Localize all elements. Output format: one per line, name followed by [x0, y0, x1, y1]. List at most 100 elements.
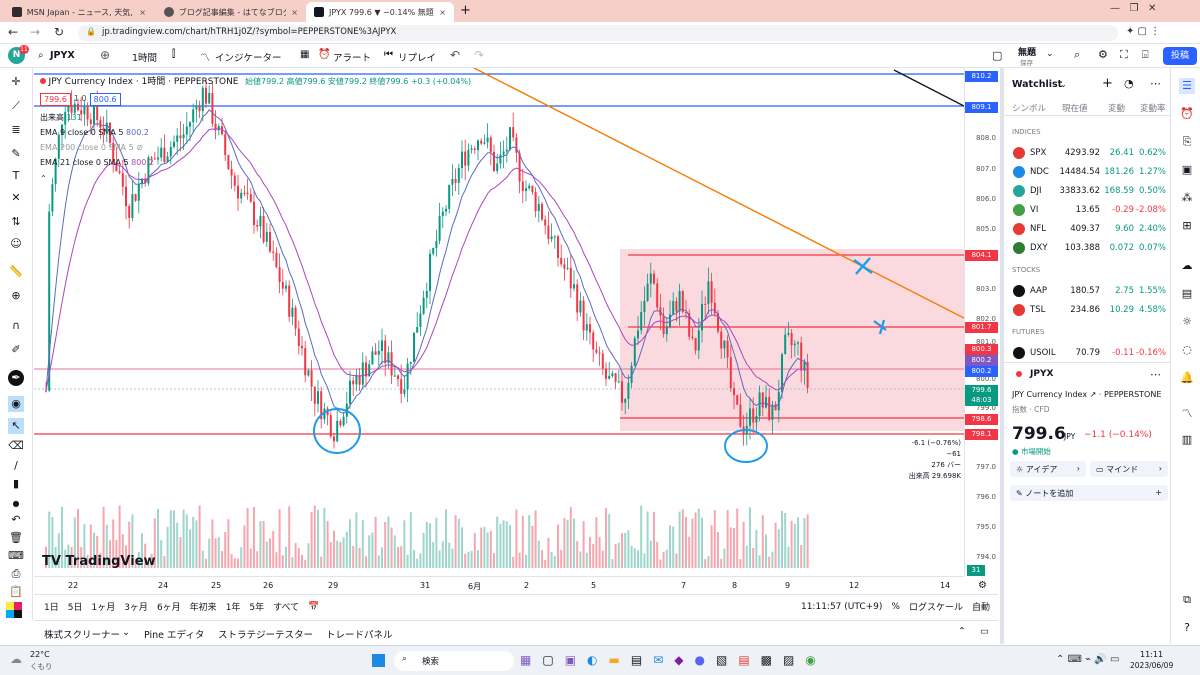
layout-dropdown-icon[interactable]: ⌄ — [1046, 49, 1054, 59]
collapse-legend-icon[interactable]: ⌃ — [40, 174, 47, 183]
browser-tab-msn[interactable]: MSN Japan - ニュース, 天気, メール（H × — [4, 2, 154, 22]
browser-menu-icons[interactable]: ✦ ▢ ⋮ — [1126, 26, 1160, 37]
ema9-legend[interactable]: EMA 9 close 0 SMA 5 800.2 — [40, 128, 149, 137]
screener-dropdown-icon[interactable]: ⌄ — [122, 627, 130, 638]
time-axis[interactable]: 22 24 25 26 29 31 6月 2 5 7 8 9 12 14 — [34, 576, 964, 594]
windows-start-icon[interactable] — [372, 654, 385, 667]
app-icon[interactable]: ▧ — [716, 653, 727, 667]
new-tab-icon[interactable]: + — [460, 3, 471, 18]
price-axis[interactable]: 808.0 807.0 806.0 805.0 803.0 802.0 801.… — [964, 68, 998, 576]
minds-button[interactable]: ▭ マインド › — [1090, 461, 1168, 477]
clock-time[interactable]: 11:11 — [1140, 650, 1163, 659]
ema200-legend[interactable]: EMA 200 close 0 SMA 5 ⊘ — [40, 143, 143, 152]
clock[interactable]: 11:11:57 (UTC+9) — [801, 602, 882, 612]
edge-icon[interactable]: ◐ — [587, 653, 597, 667]
ema21-legend[interactable]: EMA 21 close 0 SMA 5 800.2 — [40, 158, 154, 167]
pencil-icon[interactable]: / — [8, 458, 24, 474]
clock-date[interactable]: 2023/06/09 — [1130, 661, 1173, 670]
browser-tab-tradingview[interactable]: JPYX 799.6 ▼ −0.14% 無題 × — [306, 2, 454, 22]
fullscreen-icon[interactable]: ⛶ — [1120, 48, 1128, 62]
ruler-icon[interactable]: 📏 — [8, 264, 24, 280]
watchlist-row[interactable]: NDC 14484.54 181.26 1.27% — [1004, 163, 1172, 182]
range-1d[interactable]: 1日 — [44, 600, 59, 613]
system-tray-icons[interactable]: ⌃ ⌨ ⌁ 🔊 ▭ — [1056, 654, 1119, 665]
compare-icon[interactable]: ⊕ — [100, 48, 110, 62]
watchlist-section-header[interactable]: INDICES — [1012, 128, 1041, 136]
undo-draw-icon[interactable]: ↶ — [8, 512, 24, 528]
clipboard-icon[interactable]: 📋 — [8, 584, 24, 600]
forward-icon[interactable]: → — [30, 25, 40, 39]
text-icon[interactable]: T — [8, 168, 24, 184]
url-field[interactable]: 🔒 jp.tradingview.com/chart/hTRH1j0Z/?sym… — [78, 25, 1118, 41]
fib-icon[interactable]: ≣ — [8, 122, 24, 138]
gear-icon[interactable]: ⚙ — [1098, 48, 1108, 61]
quick-search-icon[interactable]: ⌕ — [1074, 48, 1080, 62]
range-3m[interactable]: 3ヶ月 — [124, 600, 148, 613]
close-tab-icon[interactable]: × — [139, 8, 146, 17]
tab-trade-panel[interactable]: トレードパネル — [326, 627, 393, 641]
prediction-icon[interactable]: ⇅ — [8, 214, 24, 230]
brush-icon[interactable]: ✎ — [8, 146, 24, 162]
buy-price-box[interactable]: 800.6 — [89, 93, 121, 106]
emoji-icon[interactable]: ☺ — [8, 236, 24, 252]
app-icon[interactable]: ▤ — [738, 653, 749, 667]
watchlist-row[interactable]: AAP 180.57 2.75 1.55% — [1004, 282, 1172, 301]
cursor-icon[interactable]: ↖ — [8, 418, 24, 434]
browser-tab-hatena[interactable]: ブログ記事編集 - はてなブログ × — [156, 2, 306, 22]
window-controls[interactable]: — ❐ ✕ — [1110, 3, 1156, 14]
range-all[interactable]: すべて — [273, 600, 299, 613]
help-icon[interactable]: ? — [1179, 620, 1195, 636]
tradingview-logo[interactable]: 𝗧𝗩 TradingView — [42, 554, 156, 569]
indicators-button[interactable]: インジケーター — [215, 50, 282, 64]
dom-icon[interactable]: ▥ — [1179, 432, 1195, 448]
search-icon[interactable]: ⌕ — [38, 50, 44, 61]
candle-type-icon[interactable]: ⫿ — [172, 49, 175, 60]
col-last[interactable]: 現在値 — [1062, 102, 1088, 114]
watchlist-icon[interactable]: ☰ — [1179, 78, 1195, 94]
percent-toggle[interactable]: % — [891, 602, 900, 612]
app-icon[interactable]: ▩ — [761, 653, 772, 667]
goto-date-icon[interactable]: 📅 — [308, 602, 319, 612]
undo-icon[interactable]: ↶ — [450, 48, 460, 62]
chat-icon[interactable]: ☁ — [1179, 258, 1195, 274]
app-icon[interactable]: ▢ — [542, 653, 553, 667]
range-6m[interactable]: 6ヶ月 — [157, 600, 181, 613]
close-tab-icon[interactable]: × — [291, 8, 298, 17]
external-link-icon[interactable]: ↗ — [1090, 390, 1097, 399]
tab-stock-screener[interactable]: 株式スクリーナー — [44, 627, 120, 641]
dot-icon[interactable]: ● — [8, 496, 24, 512]
watchlist-row[interactable]: SPX 4293.92 26.41 0.62% — [1004, 144, 1172, 163]
watchlist-row[interactable]: USOIL 70.79 -0.11 -0.16% — [1004, 344, 1172, 363]
close-tab-icon[interactable]: × — [439, 8, 446, 17]
taskbar-apps[interactable]: ▦ ▢ ▣ ◐ ▬ ▤ ✉ ◆ ● ▧ ▤ ▩ ▨ ◉ — [520, 653, 816, 667]
weather-temp[interactable]: 22°C — [30, 650, 50, 659]
watchlist-row[interactable]: DJI 33833.62 168.59 0.50% — [1004, 182, 1172, 201]
watchlist-section-header[interactable]: STOCKS — [1012, 266, 1040, 274]
watchlist-settings-icon[interactable]: ◔ — [1124, 77, 1134, 90]
layout-icon[interactable]: ▢ — [992, 49, 1002, 62]
templates-icon[interactable]: ▦ — [300, 49, 309, 60]
tab-strategy-tester[interactable]: ストラテジーテスター — [218, 627, 313, 641]
watchlist-row[interactable]: TSL 234.86 10.29 4.58% — [1004, 301, 1172, 320]
col-change-pct[interactable]: 変動率 — [1140, 102, 1166, 114]
eraser-icon[interactable]: ⌫ — [8, 438, 24, 454]
log-scale-toggle[interactable]: ログスケール — [909, 600, 963, 613]
candlestick-chart[interactable] — [34, 68, 964, 576]
messages-icon[interactable]: ◌ — [1179, 342, 1195, 358]
marker-icon[interactable]: ▮ — [8, 476, 24, 492]
tab-pine-editor[interactable]: Pine エディタ — [144, 627, 204, 641]
watchlist-row[interactable]: DXY 103.388 0.072 0.07% — [1004, 239, 1172, 258]
weather-icon[interactable]: ☁ — [10, 652, 22, 666]
folder-icon[interactable]: ▬ — [609, 653, 620, 667]
alert-button[interactable]: アラート — [333, 50, 371, 64]
camera-icon[interactable]: ⌻ — [1142, 48, 1149, 62]
zoom-icon[interactable]: ⊕ — [8, 288, 24, 304]
more-icon[interactable]: ⋯ — [1150, 77, 1161, 90]
streams-icon[interactable]: ▤ — [1179, 286, 1195, 302]
add-note-button[interactable]: ✎ ノートを追加 + — [1010, 485, 1168, 501]
axis-settings-icon[interactable]: ⚙ — [978, 580, 987, 591]
trash-icon[interactable]: 🗑 — [8, 530, 24, 546]
store-icon[interactable]: ▤ — [631, 653, 642, 667]
watchlist-dropdown-icon[interactable]: ⌄ — [1060, 80, 1067, 89]
maximize-panel-icon[interactable]: ▭ — [980, 626, 989, 637]
